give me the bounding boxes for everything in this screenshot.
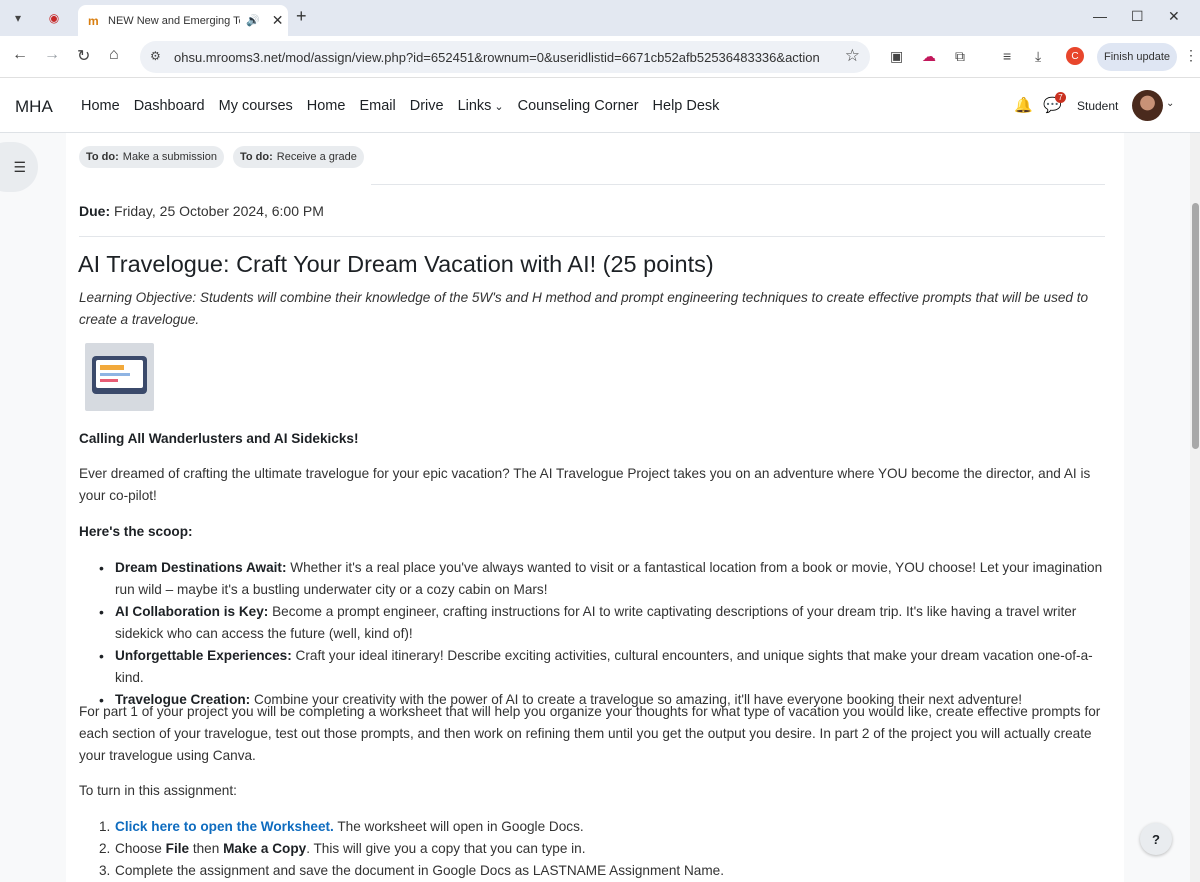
record-icon[interactable]: ◉ bbox=[42, 6, 66, 30]
url-text[interactable]: ohsu.mrooms3.net/mod/assign/view.php?id=… bbox=[174, 50, 820, 65]
site-navbar: MHA Home Dashboard My courses Home Email… bbox=[0, 78, 1200, 133]
site-brand[interactable]: MHA bbox=[15, 97, 53, 117]
tablet-inner bbox=[96, 360, 143, 388]
nav-link-links[interactable]: Links ⌄ bbox=[458, 98, 504, 114]
user-name[interactable]: Student bbox=[1077, 99, 1118, 113]
main-content bbox=[66, 133, 1124, 882]
due-value: Friday, 25 October 2024, 6:00 PM bbox=[114, 203, 324, 219]
step-bold: Make a Copy bbox=[223, 841, 307, 856]
step-bold: File bbox=[165, 841, 190, 856]
user-avatar[interactable] bbox=[1132, 90, 1163, 121]
scoop-heading: Here's the scoop: bbox=[79, 524, 193, 539]
home-icon[interactable]: ⌂ bbox=[109, 46, 119, 64]
list-item: 2. Choose File then Make a Copy. This wil… bbox=[79, 838, 1115, 860]
nav-link-dashboard[interactable]: Dashboard bbox=[134, 98, 205, 114]
list-item: Dream Destinations Await: Whether it's a… bbox=[79, 557, 1115, 601]
deco-bar bbox=[100, 379, 118, 382]
nav-link-drive[interactable]: Drive bbox=[410, 98, 444, 114]
course-index-toggle-icon[interactable]: ☰ bbox=[0, 142, 38, 192]
todo-text: Receive a grade bbox=[276, 151, 357, 163]
browser-toolbar: ← → ↻ ⌂ ⚙ ohsu.mrooms3.net/mod/assign/vi… bbox=[0, 36, 1200, 78]
chevron-down-icon: ⌄ bbox=[494, 101, 504, 113]
browser-tab[interactable]: m NEW New and Emerging Te 🔊 ✕ bbox=[78, 5, 288, 36]
step-text: then bbox=[189, 841, 224, 856]
calling-heading: Calling All Wanderlusters and AI Sidekic… bbox=[79, 431, 359, 446]
bullet-title: Unforgettable Experiences: bbox=[115, 648, 292, 663]
new-tab-button[interactable]: + bbox=[296, 6, 307, 27]
list-item: 3. Complete the assignment and save the d… bbox=[79, 860, 1115, 882]
todo-label: To do: bbox=[86, 151, 119, 163]
tablet-screen bbox=[92, 356, 147, 394]
tablet-illustration-image bbox=[85, 343, 154, 411]
page-region: ☰ bbox=[0, 133, 1190, 882]
links-label: Links bbox=[457, 98, 492, 114]
user-menu-chevron-icon[interactable]: ⌄ bbox=[1166, 98, 1174, 109]
reload-icon[interactable]: ↻ bbox=[77, 46, 90, 66]
back-icon[interactable]: ← bbox=[12, 46, 28, 64]
list-item: Unforgettable Experiences: Craft your id… bbox=[79, 645, 1115, 689]
site-info-icon[interactable]: ⚙ bbox=[150, 49, 161, 63]
step-text: . This will give you a copy that you can… bbox=[306, 841, 586, 856]
step-text: Choose bbox=[115, 841, 166, 856]
deco-bar bbox=[100, 373, 130, 376]
part-paragraph: For part 1 of your project you will be c… bbox=[79, 704, 1101, 763]
download-icon[interactable]: ⤓ bbox=[1035, 48, 1041, 65]
address-bar[interactable]: ⚙ ohsu.mrooms3.net/mod/assign/view.php?i… bbox=[140, 41, 870, 73]
scrollbar-thumb[interactable] bbox=[1192, 203, 1199, 449]
nav-link-counseling-corner[interactable]: Counseling Corner bbox=[518, 98, 639, 114]
deco-bar bbox=[100, 365, 124, 370]
nav-link-home-2[interactable]: Home bbox=[307, 98, 346, 114]
extension-a-icon[interactable]: ☁ bbox=[922, 48, 936, 65]
turn-in-heading: To turn in this assignment: bbox=[79, 783, 237, 798]
assignment-title: AI Travelogue: Craft Your Dream Vacation… bbox=[78, 251, 714, 277]
cast-icon[interactable]: ▣ bbox=[890, 48, 903, 65]
close-tab-icon[interactable]: ✕ bbox=[272, 12, 284, 29]
todo-badge-submission: To do: Make a submission bbox=[79, 146, 224, 168]
worksheet-link[interactable]: Click here to open the Worksheet. bbox=[115, 819, 334, 834]
step-text: The worksheet will open in Google Docs. bbox=[333, 819, 584, 834]
bookmark-star-icon[interactable]: ☆ bbox=[845, 46, 860, 66]
due-label: Due: bbox=[79, 203, 111, 219]
extensions-puzzle-icon[interactable]: ⧉ bbox=[955, 48, 965, 65]
tab-title: NEW New and Emerging Te bbox=[108, 14, 240, 27]
intro-paragraph: Ever dreamed of crafting the ultimate tr… bbox=[79, 466, 1091, 503]
todo-label: To do: bbox=[240, 151, 273, 163]
bullet-title: Dream Destinations Await: bbox=[115, 560, 287, 575]
forward-icon[interactable]: → bbox=[44, 46, 60, 64]
tab-search-icon[interactable]: ▾ bbox=[6, 6, 30, 30]
message-count-badge: 7 bbox=[1055, 92, 1066, 103]
media-control-icon[interactable]: ≡ bbox=[1003, 48, 1011, 64]
list-item: 1. Click here to open the Worksheet. The … bbox=[79, 816, 1115, 838]
maximize-icon[interactable]: ☐ bbox=[1131, 8, 1144, 25]
nav-link-email[interactable]: Email bbox=[359, 98, 395, 114]
divider bbox=[371, 184, 1105, 185]
minimize-icon[interactable]: — bbox=[1093, 8, 1107, 24]
nav-link-my-courses[interactable]: My courses bbox=[219, 98, 293, 114]
step-number: 3. bbox=[99, 863, 111, 878]
browser-tab-bar: ▾ ◉ m NEW New and Emerging Te 🔊 ✕ + — ☐ … bbox=[0, 0, 1200, 36]
step-number: 2. bbox=[99, 841, 111, 856]
bullet-title: AI Collaboration is Key: bbox=[115, 604, 269, 619]
step-text: Complete the assignment and save the doc… bbox=[115, 863, 725, 878]
help-button[interactable]: ? bbox=[1140, 823, 1172, 855]
due-date: Due: Friday, 25 October 2024, 6:00 PM bbox=[79, 203, 324, 219]
close-window-icon[interactable]: ✕ bbox=[1168, 8, 1180, 25]
step-number: 1. bbox=[99, 819, 111, 834]
divider bbox=[79, 236, 1105, 237]
notification-bell-icon[interactable]: 🔔 bbox=[1014, 96, 1033, 114]
learning-objective: Learning Objective: Students will combin… bbox=[79, 290, 1089, 327]
steps-list: 1. Click here to open the Worksheet. The … bbox=[79, 816, 1115, 882]
speaker-icon[interactable]: 🔊 bbox=[246, 14, 260, 27]
profile-avatar[interactable]: C bbox=[1066, 47, 1084, 65]
list-item: AI Collaboration is Key: Become a prompt… bbox=[79, 601, 1115, 645]
moodle-favicon-icon: m bbox=[88, 13, 99, 28]
nav-link-help-desk[interactable]: Help Desk bbox=[653, 98, 720, 114]
browser-menu-icon[interactable]: ⋮ bbox=[1184, 47, 1198, 64]
scoop-list: Dream Destinations Await: Whether it's a… bbox=[79, 557, 1115, 711]
nav-link-home[interactable]: Home bbox=[81, 98, 120, 114]
finish-update-button[interactable]: Finish update bbox=[1097, 43, 1177, 71]
todo-text: Make a submission bbox=[122, 151, 217, 163]
primary-navigation: Home Dashboard My courses Home Email Dri… bbox=[81, 98, 733, 114]
todo-badge-grade: To do: Receive a grade bbox=[233, 146, 364, 168]
